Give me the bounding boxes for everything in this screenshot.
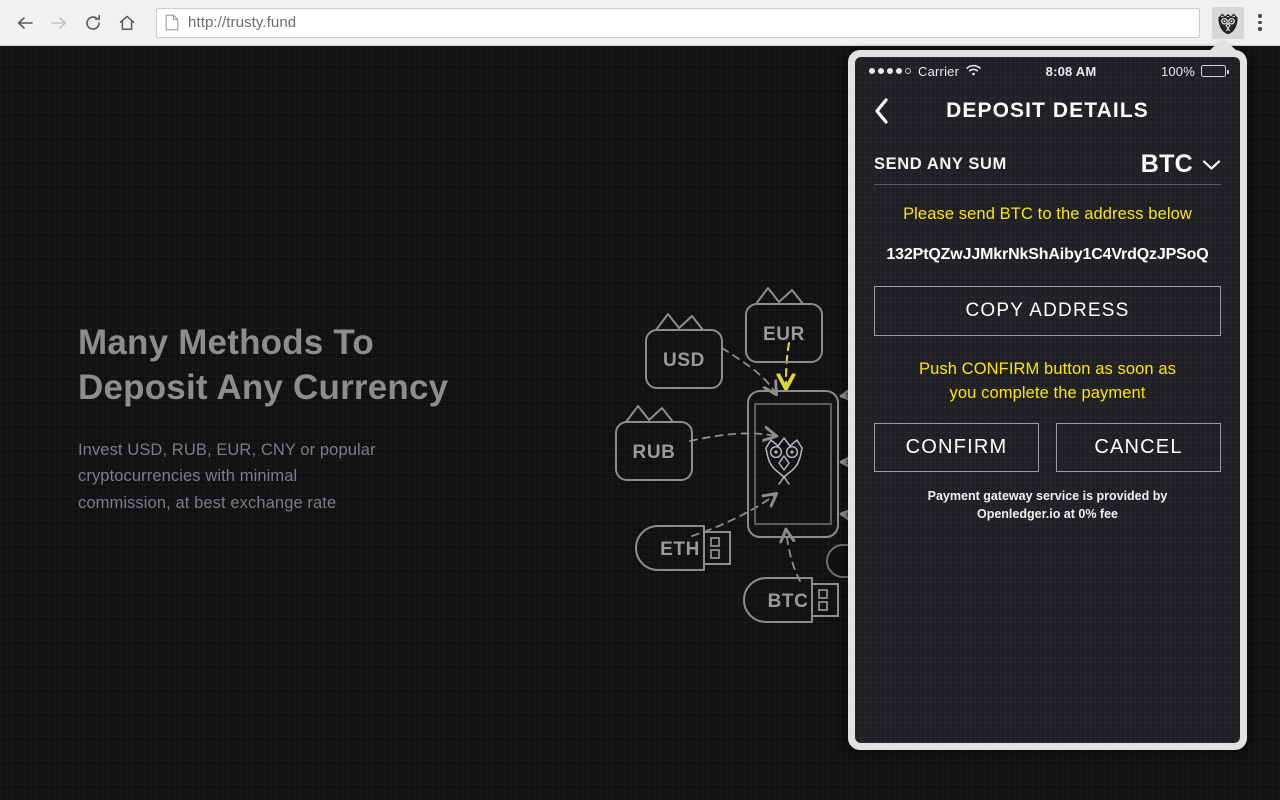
extension-owl-button[interactable] — [1212, 6, 1244, 39]
reload-icon — [86, 14, 100, 30]
wallet-usd: USD — [645, 313, 723, 389]
chevron-down-icon — [1202, 159, 1221, 170]
send-sum-label: SEND ANY SUM — [874, 155, 1007, 173]
copy-address-button[interactable]: COPY ADDRESS — [874, 286, 1221, 337]
popup-title: DEPOSIT DETAILS — [946, 99, 1149, 122]
flow-arrow-eur-highlighted — [786, 341, 789, 388]
payment-gateway-footer: Payment gateway service is provided by O… — [927, 489, 1168, 522]
flow-arrow-rub — [689, 433, 776, 442]
confirm-instruction-text: Push CONFIRM button as soon as you compl… — [918, 360, 1177, 402]
wallet-eur-label: EUR — [763, 324, 805, 345]
popup-back-button[interactable] — [867, 94, 897, 128]
carrier-label: Carrier — [918, 63, 960, 79]
wallet-rub: RUB — [615, 405, 693, 481]
copy-address-label: COPY ADDRESS — [965, 300, 1130, 322]
cancel-button[interactable]: CANCEL — [1056, 423, 1221, 473]
browser-toolbar: http://trusty.fund — [0, 0, 1280, 46]
wifi-icon — [966, 64, 981, 79]
cancel-label: CANCEL — [1094, 436, 1183, 459]
popup-pointer-triangle — [1208, 38, 1238, 52]
confirm-button[interactable]: CONFIRM — [874, 423, 1039, 473]
owl-icon — [1218, 13, 1238, 34]
wallet-usd-label: USD — [663, 350, 705, 371]
arrow-right-icon — [51, 16, 67, 29]
reload-button[interactable] — [76, 6, 110, 40]
confirm-label: CONFIRM — [905, 436, 1008, 459]
page-subtitle: Invest USD, RUB, EUR, CNY or popular cry… — [78, 440, 376, 513]
forward-button[interactable] — [42, 6, 76, 40]
back-button[interactable] — [8, 6, 42, 40]
url-text: http://trusty.fund — [188, 14, 297, 31]
usb-drive-btc-label: BTC — [768, 591, 809, 612]
address-bar[interactable]: http://trusty.fund — [156, 7, 1200, 38]
kebab-menu-icon — [1258, 27, 1262, 31]
popup-screen: Carrier 8:08 AM 100% DEPOSIT DETAILS SEN… — [855, 57, 1240, 743]
arrow-left-icon — [17, 16, 33, 29]
usb-drive-eth-label: ETH — [660, 539, 700, 560]
wallet-rub-label: RUB — [633, 442, 676, 463]
wallet-eur: EUR — [745, 287, 823, 363]
action-button-row: CONFIRM CANCEL — [874, 423, 1221, 473]
usb-drive-eth: ETH — [635, 525, 731, 571]
document-icon — [165, 14, 179, 31]
page-title: Many Methods To Deposit Any Currency — [78, 323, 449, 407]
signal-strength-icon — [869, 68, 911, 74]
status-bar-time: 8:08 AM — [1045, 63, 1097, 79]
deposit-address-text: 132PtQZwJJMkrNkShAiby1C4VrdQzJPSoQ — [886, 246, 1209, 264]
browser-menu-button[interactable] — [1246, 3, 1274, 43]
send-sum-row: SEND ANY SUM BTC — [874, 145, 1221, 185]
home-icon — [119, 15, 135, 30]
chevron-left-icon — [875, 98, 888, 124]
currency-selected-value: BTC — [1140, 150, 1193, 178]
battery-full-icon — [1201, 65, 1229, 77]
phone-owl-hub — [747, 390, 839, 538]
phone-status-bar: Carrier 8:08 AM 100% — [855, 57, 1240, 85]
flow-arrow-usd — [721, 347, 776, 394]
send-instruction-text: Please send BTC to the address below — [903, 205, 1192, 223]
battery-percent-label: 100% — [1160, 63, 1195, 79]
hero-section: Many Methods To Deposit Any Currency Inv… — [78, 321, 578, 517]
kebab-menu-icon — [1258, 14, 1262, 18]
currency-select[interactable]: BTC — [1141, 150, 1221, 179]
popup-titlebar: DEPOSIT DETAILS — [855, 85, 1240, 137]
home-button[interactable] — [110, 6, 144, 40]
extension-popup: Carrier 8:08 AM 100% DEPOSIT DETAILS SEN… — [848, 50, 1247, 750]
kebab-menu-icon — [1258, 20, 1262, 25]
usb-drive-btc: BTC — [743, 577, 839, 623]
